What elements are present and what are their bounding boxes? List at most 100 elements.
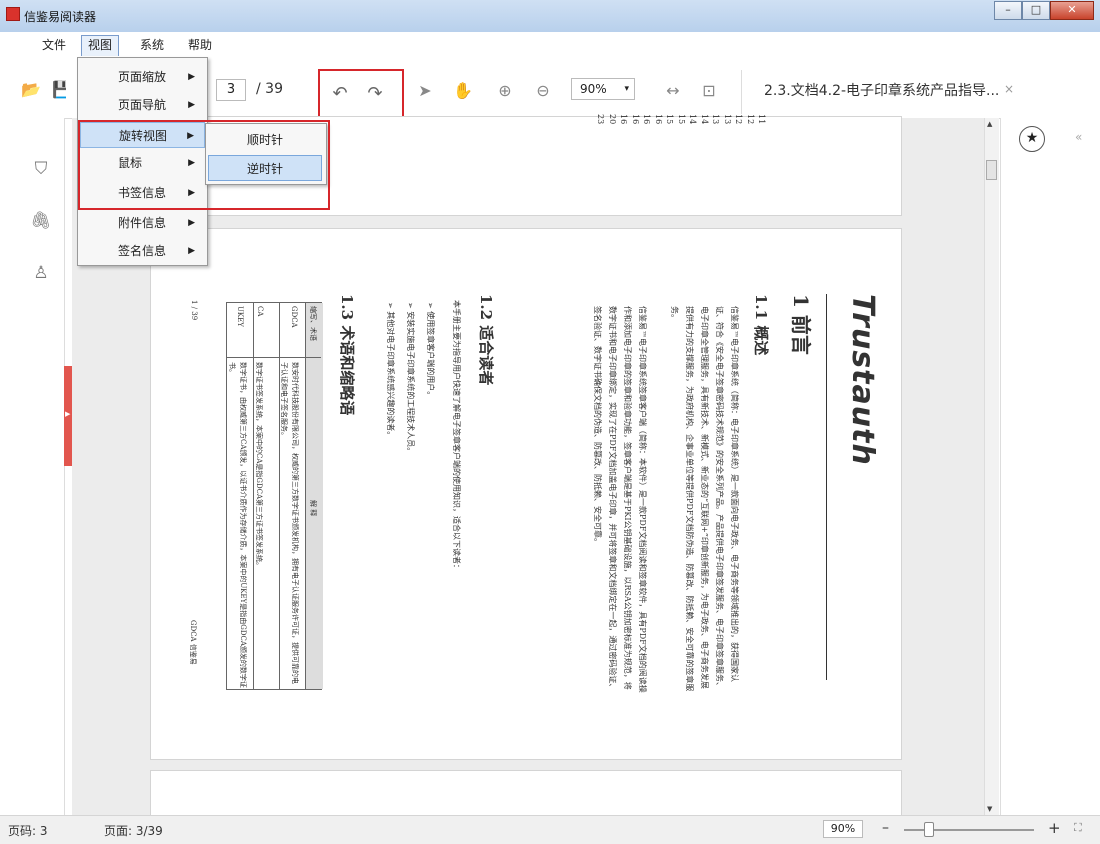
fit-width-icon[interactable]: ↔ (662, 80, 684, 102)
right-panel: ★ « (1000, 118, 1095, 815)
table-header-row (305, 303, 323, 689)
vertical-scrollbar[interactable]: ▲ ▼ (984, 118, 999, 815)
signature-icon[interactable]: ♙ (30, 262, 52, 284)
toc-page-number: 14 (688, 114, 697, 125)
menu-item-label: 附件信息 (118, 216, 167, 230)
document-tab-title: 2.3.文档4.2-电子印章系统产品指导... (764, 83, 1000, 99)
scroll-down-icon[interactable]: ▼ (987, 805, 992, 813)
toc-page-number: 15 (665, 114, 674, 125)
toc-page-number: 16 (653, 114, 663, 125)
close-window-button[interactable]: ✕ (1050, 1, 1094, 20)
menu-item-label: 页面缩放 (118, 70, 167, 84)
submenu-arrow-icon: ▶ (188, 100, 195, 110)
title-bar: 信鉴易阅读器 – □ ✕ (0, 0, 1100, 32)
paragraph-readers: 本手册主要为指导用户快速了解电子签章客户端的使用知识，适合以下读者： (452, 300, 461, 572)
submenu-arrow-icon: ▶ (188, 218, 195, 228)
fullscreen-icon[interactable]: ⛶ (1074, 821, 1082, 835)
menu-system[interactable]: 系统 (134, 35, 170, 55)
sidebar-toggle-handle[interactable]: ▶ (64, 366, 72, 466)
toc-page-number: 15 (676, 114, 686, 125)
section-1-1-heading: 1.1 概述 (752, 294, 770, 356)
zoom-select-value: 90% (580, 82, 607, 96)
toc-page-number: 12 (745, 114, 755, 125)
status-page-index: 页码: 3 (8, 824, 48, 838)
table-cell: UKEY (236, 306, 244, 327)
title-rule (826, 294, 827, 680)
toc-page-number: 16 (630, 114, 640, 125)
table-cell: CA (256, 306, 264, 317)
table-cell: 数安时代科技股份有限公司，权威的第三方数字证书颁发机构，拥有电子认证服务许可证，… (280, 362, 299, 684)
bullet-item: ➢ 使用签章客户端的用户。 (426, 302, 435, 400)
bullet-item: ➢ 其他对电子印章系统感兴趣的读者。 (386, 302, 395, 440)
document-viewer[interactable] (72, 116, 994, 830)
page-footer-right: GDCA 信鉴易 (189, 620, 197, 665)
menu-view[interactable]: 视图 (81, 35, 120, 57)
zoom-select[interactable]: 90% ▾ (571, 78, 635, 100)
menu-file[interactable]: 文件 (36, 35, 72, 55)
maximize-icon: □ (1030, 3, 1042, 16)
zoom-slider[interactable] (904, 822, 1034, 837)
left-sidebar: ⛉ 🖇 ♙ (8, 118, 65, 815)
menu-item-signature-info[interactable]: 签名信息 ▶ (80, 238, 205, 264)
fit-page-icon[interactable]: ⊡ (698, 80, 720, 102)
menu-item-page-zoom[interactable]: 页面缩放 ▶ (80, 64, 205, 90)
select-tool-icon[interactable]: ➤ (414, 80, 436, 102)
status-page-info: 页面: 3/39 (104, 824, 163, 838)
toc-page-number: 20 (607, 114, 617, 125)
expand-arrow-icon: ▶ (65, 410, 71, 418)
open-file-icon[interactable]: 📂 (20, 79, 42, 101)
bullet-item: ➢ 安装实施电子印章系统的工程技术人员。 (406, 302, 415, 456)
menu-highlight-box (78, 120, 330, 210)
zoom-out-icon[interactable]: ⊖ (532, 80, 554, 102)
app-icon (6, 7, 20, 21)
table-header-cell: 缩写、术语 (309, 306, 317, 341)
chapter-heading: 1 前言 (789, 294, 813, 355)
section-1-3-heading: 1.3 术语和缩略语 (338, 294, 356, 416)
status-bar: 页码: 3 页面: 3/39 90% – + ⛶ (0, 815, 1100, 844)
collapse-panel-icon[interactable]: « (1075, 130, 1082, 144)
hand-tool-icon[interactable]: ✋ (452, 80, 474, 102)
menu-item-label: 页面导航 (118, 98, 167, 112)
menu-bar: 文件 视图 系统 帮助 (8, 32, 1094, 57)
star-icon[interactable]: ★ (1019, 126, 1045, 152)
scroll-thumb[interactable] (986, 160, 997, 180)
close-icon: ✕ (1067, 3, 1077, 16)
toc-page-number: 14 (699, 114, 709, 125)
scroll-up-icon[interactable]: ▲ (987, 120, 992, 128)
page-number-input[interactable]: 3 (216, 79, 246, 101)
toc-page-number: 13 (722, 114, 732, 125)
submenu-arrow-icon: ▶ (188, 72, 195, 82)
document-tab[interactable]: 2.3.文档4.2-电子印章系统产品指导... × (741, 70, 1042, 114)
minimize-icon: – (1005, 3, 1011, 16)
menu-item-label: 签名信息 (118, 244, 167, 258)
zoom-in-icon[interactable]: ⊕ (494, 80, 516, 102)
toc-page-number: 11 (757, 114, 766, 125)
submenu-arrow-icon: ▶ (188, 246, 195, 256)
toc-page-number: 16 (619, 114, 628, 125)
attachment-icon[interactable]: 🖇 (30, 210, 52, 232)
minimize-button[interactable]: – (994, 1, 1022, 20)
zoom-slider-knob[interactable] (924, 822, 934, 837)
save-icon[interactable]: 💾 (52, 79, 66, 101)
bullet-text: 安装实施电子印章系统的工程技术人员。 (406, 311, 415, 456)
table-cell: 数字证书签发系统，本案中的CA是指GDCA第三方证书签发系统。 (255, 362, 263, 570)
section-1-2-heading: 1.2 适合读者 (477, 294, 495, 386)
zoom-plus-button[interactable]: + (1048, 819, 1061, 837)
menu-item-page-navigation[interactable]: 页面导航 ▶ (80, 92, 205, 118)
status-zoom-value[interactable]: 90% (823, 820, 863, 838)
zoom-minus-button[interactable]: – (882, 820, 889, 836)
toc-page-number: 12 (734, 114, 743, 125)
bullet-text: 其他对电子印章系统感兴趣的读者。 (386, 311, 395, 440)
table-cell: 数字证书，由权威第三方CA颁发，以证书介质作为存储介质，本案中的UKEY是指由G… (228, 362, 247, 688)
table-header-cell: 解 释 (309, 500, 317, 517)
paragraph-overview-1: 信鉴易™电子印章系统（简称：电子印章系统）是一款面向电子政务、电子商务等领域推出… (670, 306, 739, 692)
paragraph-overview-2: 信鉴易™电子印章系统签章客户端（简称：本软件）是一款PDF文档阅读和签章软件，具… (593, 306, 647, 693)
bookmark-icon[interactable]: ⛉ (30, 158, 52, 180)
table-divider (227, 357, 321, 358)
tab-close-icon[interactable]: × (1004, 82, 1014, 96)
menu-help[interactable]: 帮助 (182, 35, 218, 55)
menu-item-attachment-info[interactable]: 附件信息 ▶ (80, 210, 205, 236)
page-footer-left: 1 / 39 (190, 300, 198, 321)
maximize-button[interactable]: □ (1022, 1, 1050, 20)
toc-page-number: 13 (711, 114, 720, 125)
